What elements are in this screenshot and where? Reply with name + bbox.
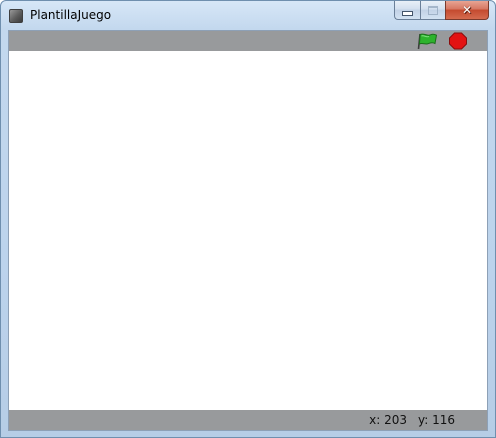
status-bar: x: 203 y: 116 — [9, 410, 487, 430]
green-flag-button[interactable] — [417, 32, 439, 50]
x-value: 203 — [384, 413, 407, 427]
stop-sign-icon — [449, 32, 467, 50]
app-window: PlantillaJuego ✕ x: 203 y: 116 — [0, 0, 496, 438]
client-area: x: 203 y: 116 — [8, 30, 488, 431]
minimize-icon — [402, 10, 413, 16]
caption-buttons: ✕ — [394, 1, 489, 21]
app-icon[interactable] — [9, 9, 23, 23]
minimize-button[interactable] — [394, 1, 420, 20]
maximize-button[interactable] — [420, 1, 445, 20]
window-title: PlantillaJuego — [30, 8, 112, 22]
y-label: y: — [417, 413, 429, 427]
x-label: x: — [369, 413, 381, 427]
toolbar — [9, 31, 487, 51]
game-stage[interactable] — [9, 51, 487, 410]
green-flag-icon — [417, 33, 438, 50]
close-icon: ✕ — [461, 3, 473, 17]
title-bar[interactable]: PlantillaJuego ✕ — [1, 1, 495, 30]
y-value: 116 — [432, 413, 455, 427]
stop-button[interactable] — [448, 32, 468, 50]
maximize-icon — [428, 5, 438, 15]
close-button[interactable]: ✕ — [445, 1, 489, 20]
mouse-coordinates: x: 203 y: 116 — [369, 413, 455, 427]
